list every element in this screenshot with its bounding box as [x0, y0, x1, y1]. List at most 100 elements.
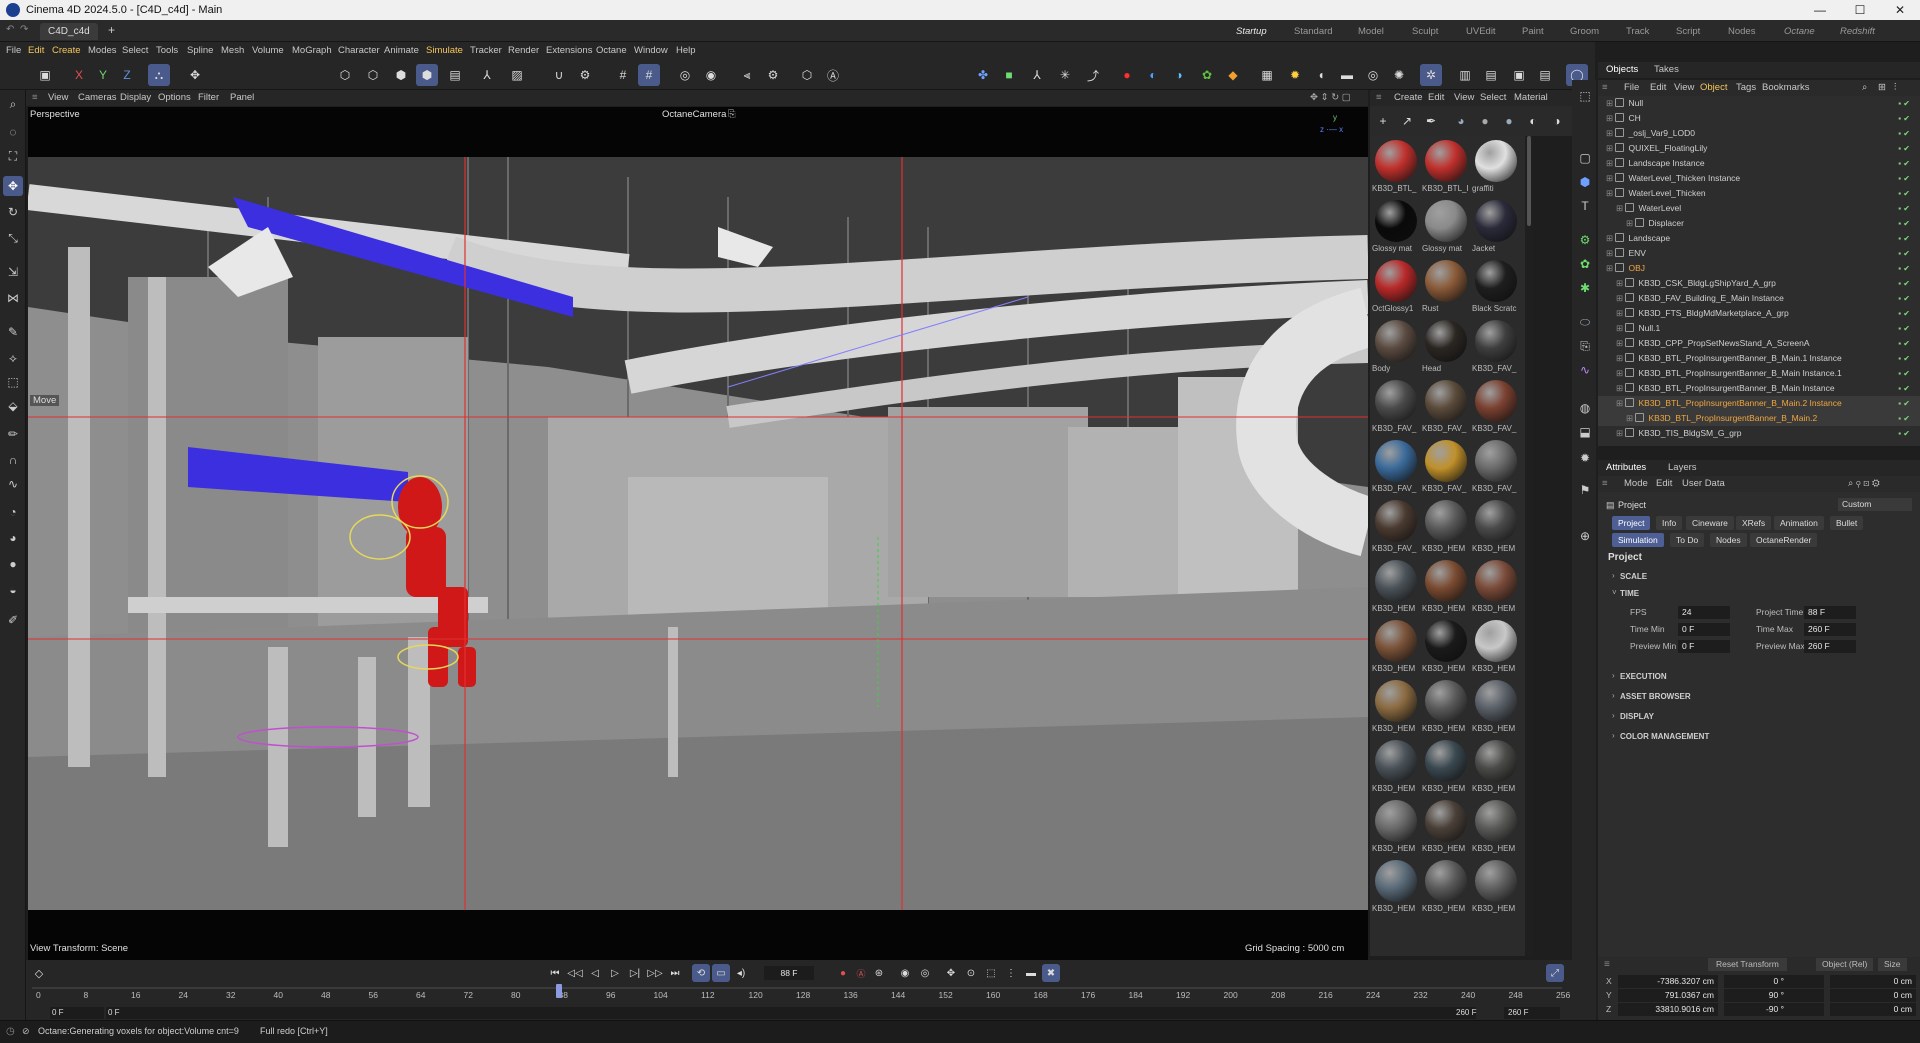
visibility-flags-icon[interactable]: ▪ ✔: [1898, 321, 1910, 336]
layout-tab-octane[interactable]: Octane: [1784, 24, 1815, 40]
edges-mode-icon[interactable]: ⬡: [362, 64, 384, 86]
floor-icon[interactable]: ⬓: [1575, 422, 1595, 442]
object-row[interactable]: ⊞ KB3D_CSK_BldgLgShipYard_A_grp ▪ ✔: [1598, 276, 1920, 291]
material-swatch[interactable]: KB3D_HEM: [1422, 738, 1470, 798]
primitive-icon[interactable]: ▢: [1575, 148, 1595, 168]
axis-x-lock-icon[interactable]: X: [68, 64, 90, 86]
object-row[interactable]: ⊞ KB3D_BTL_PropInsurgentBanner_B_Main In…: [1598, 381, 1920, 396]
expand-toggle-icon[interactable]: ⊞: [1606, 158, 1615, 168]
field-icon[interactable]: ✱: [1575, 278, 1595, 298]
diffuse-material-icon[interactable]: ●: [1474, 110, 1496, 132]
generator-object-icon[interactable]: ⊕: [1575, 526, 1595, 546]
layout-tab-paint[interactable]: Paint: [1522, 24, 1544, 40]
object-row[interactable]: ⊞ Null.1 ▪ ✔: [1598, 321, 1920, 336]
coordinate-mode-dropdown[interactable]: Object (Rel): [1816, 958, 1874, 971]
transform-tool-icon[interactable]: ⇲: [3, 262, 23, 282]
soft-selection-icon[interactable]: ◉: [700, 64, 722, 86]
position-z-field[interactable]: 33810.9016 cm: [1618, 1003, 1718, 1016]
symmetry-icon[interactable]: ⫷: [736, 64, 758, 86]
material-swatch[interactable]: Head: [1422, 318, 1470, 378]
range-end-label[interactable]: 260 F: [1456, 1007, 1500, 1019]
prop-tab-octanerender[interactable]: OctaneRender: [1750, 533, 1818, 547]
glossy-material-icon[interactable]: ●: [1498, 110, 1520, 132]
visibility-flags-icon[interactable]: ▪ ✔: [1898, 111, 1910, 126]
objects-menu-bookmarks[interactable]: Bookmarks: [1762, 82, 1810, 93]
objects-menu-tags[interactable]: Tags: [1736, 82, 1756, 93]
object-row[interactable]: ⊞ Landscape Instance ▪ ✔: [1598, 156, 1920, 171]
section-color-management[interactable]: COLOR MANAGEMENT: [1620, 732, 1709, 741]
expand-color-management-icon[interactable]: ›: [1612, 731, 1615, 740]
prop-tab-cineware[interactable]: Cineware: [1686, 516, 1734, 530]
material-swatch[interactable]: KB3D_HEM: [1472, 858, 1520, 918]
sculpt-grab-icon[interactable]: ◔: [3, 502, 23, 522]
object-row[interactable]: ⊞ KB3D_FTS_BldgMdMarketplace_A_grp ▪ ✔: [1598, 306, 1920, 321]
expand-toggle-icon[interactable]: ⊞: [1616, 338, 1625, 348]
octane-live-viewer-icon[interactable]: ✿: [1196, 64, 1218, 86]
visibility-flags-icon[interactable]: ▪ ✔: [1898, 231, 1910, 246]
spline-icon[interactable]: ∿: [1575, 360, 1595, 380]
coordinates-menu-icon[interactable]: ≡: [1604, 959, 1610, 970]
polygons-mode-icon[interactable]: ⬢: [390, 64, 412, 86]
menu-volume[interactable]: Volume: [252, 45, 284, 56]
sun-light-icon[interactable]: ✹: [1284, 64, 1306, 86]
visibility-flags-icon[interactable]: ▪ ✔: [1898, 411, 1910, 426]
node-editor-icon[interactable]: Ⓐ: [822, 64, 844, 86]
viewport-navigate-icons[interactable]: ✥ ⇕ ↻ ▢: [1310, 92, 1351, 103]
layout-tab-startup[interactable]: Startup: [1236, 24, 1267, 40]
material-swatch[interactable]: Body: [1372, 318, 1420, 378]
preview-range-bar[interactable]: 0 F: [106, 1007, 1476, 1019]
texture-mode-icon[interactable]: ▤: [444, 64, 466, 86]
expand-toggle-icon[interactable]: ⊞: [1616, 353, 1625, 363]
objects-menu-icon[interactable]: ≡: [1602, 82, 1608, 93]
deformer-icon[interactable]: ⤴: [1082, 64, 1104, 86]
menu-tracker[interactable]: Tracker: [470, 45, 502, 56]
preview-min-field[interactable]: 0 F: [1678, 640, 1730, 653]
visibility-flags-icon[interactable]: ▪ ✔: [1898, 351, 1910, 366]
object-row[interactable]: ⊞ KB3D_CPP_PropSetNewsStand_A_ScreenA ▪ ✔: [1598, 336, 1920, 351]
spline-pen-icon[interactable]: ✳: [1054, 64, 1076, 86]
object-row[interactable]: ⊞ KB3D_BTL_PropInsurgentBanner_B_Main.2 …: [1598, 396, 1920, 411]
rotate-tool-icon[interactable]: ↻: [3, 202, 23, 222]
time-max-field[interactable]: 260 F: [1804, 623, 1856, 636]
material-arrow-icon[interactable]: ↗: [1396, 110, 1418, 132]
playhead-marker[interactable]: [556, 984, 562, 998]
material-swatch[interactable]: graffiti: [1472, 138, 1520, 198]
section-time[interactable]: TIME: [1620, 589, 1639, 598]
light-object-icon[interactable]: ✹: [1575, 448, 1595, 468]
section-execution[interactable]: EXECUTION: [1620, 672, 1667, 681]
material-swatch[interactable]: Black Scratc: [1472, 258, 1520, 318]
character-joint-icon[interactable]: ⅄: [1026, 64, 1048, 86]
render-record-icon[interactable]: ●: [1116, 64, 1138, 86]
viewport-menu-display[interactable]: Display: [120, 92, 151, 103]
objects-search-icon[interactable]: ⌕: [1862, 82, 1867, 93]
expand-display-icon[interactable]: ›: [1612, 711, 1615, 720]
menu-render[interactable]: Render: [508, 45, 539, 56]
move-tool-icon[interactable]: ✥: [184, 64, 206, 86]
tab-objects[interactable]: Objects: [1606, 64, 1638, 75]
material-swatch[interactable]: KB3D_HEM: [1422, 678, 1470, 738]
collapse-time-icon[interactable]: ˅: [1612, 588, 1617, 597]
prop-tab-todo[interactable]: To Do: [1670, 533, 1705, 547]
visibility-flags-icon[interactable]: ▪ ✔: [1898, 141, 1910, 156]
object-row[interactable]: ⊞ KB3D_BTL_PropInsurgentBanner_B_Main.2 ▪…: [1598, 411, 1920, 426]
size-mode-dropdown[interactable]: Size: [1878, 958, 1907, 971]
object-row[interactable]: ⊞ CH ▪ ✔: [1598, 111, 1920, 126]
material-swatch[interactable]: KB3D_HEM: [1472, 618, 1520, 678]
attributes-nav-icons[interactable]: ⌕ ⚲ ⊡ ⚙: [1848, 478, 1880, 489]
selection-tool-icon[interactable]: ◌: [3, 122, 23, 142]
objects-menu-edit[interactable]: Edit: [1650, 82, 1666, 93]
preset-dropdown[interactable]: Custom: [1838, 498, 1912, 511]
visibility-flags-icon[interactable]: ▪ ✔: [1898, 291, 1910, 306]
material-swatch[interactable]: KB3D_HEM: [1472, 738, 1520, 798]
layout-tab-script[interactable]: Script: [1676, 24, 1700, 40]
knife-tool-icon[interactable]: ⟡: [3, 348, 23, 368]
object-row[interactable]: ⊞ _oslj_Var9_LOD0 ▪ ✔: [1598, 126, 1920, 141]
tag-icon[interactable]: ⚑: [1575, 480, 1595, 500]
material-swatch[interactable]: KB3D_HEM: [1422, 858, 1470, 918]
reset-transform-button[interactable]: Reset Transform: [1708, 958, 1787, 971]
material-swatch[interactable]: KB3D_FAV_: [1472, 378, 1520, 438]
object-row[interactable]: ⊞ Landscape ▪ ✔: [1598, 231, 1920, 246]
layout-tab-uvedit[interactable]: UVEdit: [1466, 24, 1496, 40]
viewport-menu-options[interactable]: Options: [158, 92, 191, 103]
expand-toggle-icon[interactable]: ⊞: [1606, 233, 1615, 243]
